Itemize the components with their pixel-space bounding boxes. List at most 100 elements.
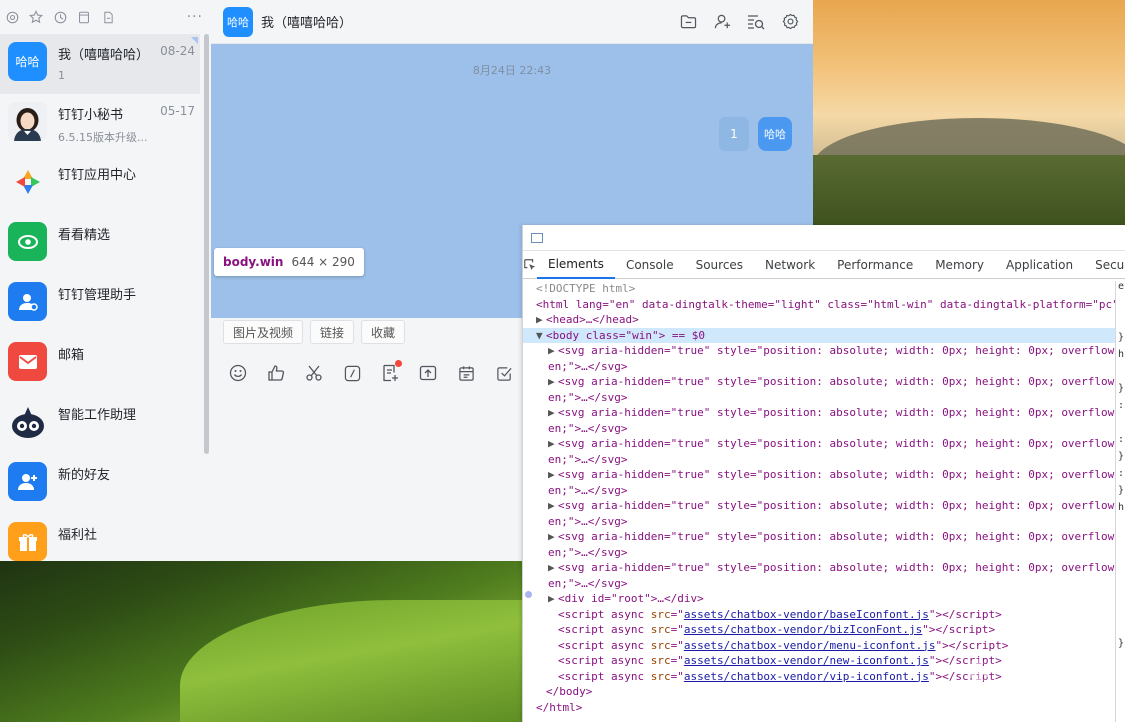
styles-pane-fragment xyxy=(1116,315,1125,332)
element-picker-icon[interactable] xyxy=(523,251,537,279)
conversation-item-new-friends[interactable]: 新的好友 xyxy=(0,454,211,514)
dom-node-html[interactable]: <html lang="en" data-dingtalk-theme="lig… xyxy=(523,297,1115,313)
styles-pane-fragment: : xyxy=(1118,400,1125,411)
expand-arrow-icon[interactable]: ▶ xyxy=(548,343,558,359)
dom-node-svg[interactable]: ▶ <svg aria-hidden="true" style="position… xyxy=(523,467,1115,483)
dom-node-root[interactable]: ▶ <div id="root">…</div> xyxy=(523,591,1115,607)
message-bubble[interactable]: 1 xyxy=(719,117,749,151)
dom-node-svg-wrap: en;">…</svg> xyxy=(548,421,628,435)
styles-pane-fragment xyxy=(1116,366,1125,383)
script-src-link[interactable]: assets/chatbox-vendor/menu-iconfont.js xyxy=(684,639,936,652)
dom-node-body[interactable]: ▼ <body class="win"> == $0 xyxy=(523,327,1115,344)
pinned-flag-icon xyxy=(191,37,198,44)
admin-user-icon xyxy=(8,282,47,321)
tab-performance[interactable]: Performance xyxy=(826,251,924,279)
conversation-item-mail[interactable]: 邮箱 xyxy=(0,334,211,394)
sender-avatar[interactable]: 哈哈 xyxy=(758,117,792,151)
expand-arrow-icon[interactable]: ▶ xyxy=(548,560,558,576)
script-src-link[interactable]: assets/chatbox-vendor/baseIconfont.js xyxy=(684,608,929,621)
expand-arrow-icon[interactable]: ▶ xyxy=(548,467,558,483)
expand-arrow-icon[interactable]: ▶ xyxy=(548,436,558,452)
script-src-link[interactable]: assets/chatbox-vendor/bizIconFont.js xyxy=(684,623,922,636)
chat-header: 哈哈 我（嘻嘻哈哈） xyxy=(211,0,813,44)
more-options-button[interactable]: ··· xyxy=(187,9,203,25)
conversation-time: 08-24 xyxy=(160,44,195,58)
dom-node-svg[interactable]: ▶ <svg aria-hidden="true" style="position… xyxy=(523,436,1115,452)
tab-sources[interactable]: Sources xyxy=(685,251,754,279)
thumbs-up-icon[interactable] xyxy=(266,363,286,383)
upload-icon[interactable] xyxy=(418,363,438,383)
dock-side-icon[interactable] xyxy=(531,232,543,243)
conversation-item-welfare[interactable]: 福利社 xyxy=(0,514,211,574)
tab-application[interactable]: Application xyxy=(995,251,1084,279)
conversation-item-self[interactable]: 哈哈 我（嘻嘻哈哈） 1 08-24 xyxy=(0,34,200,94)
clock-icon[interactable] xyxy=(51,8,69,26)
dom-node-script[interactable]: <script async src="assets/chatbox-vendor… xyxy=(523,607,1115,623)
dom-node-svg[interactable]: ▶ <svg aria-hidden="true" style="position… xyxy=(523,405,1115,421)
styles-pane-fragment xyxy=(1116,604,1125,621)
robot-icon xyxy=(8,402,47,441)
folder-icon[interactable] xyxy=(679,13,697,31)
emoji-icon[interactable] xyxy=(228,363,248,383)
eye-icon xyxy=(8,222,47,261)
dom-node-script[interactable]: <script async src="assets/chatbox-vendor… xyxy=(523,622,1115,638)
expand-arrow-icon[interactable]: ▶ xyxy=(548,529,558,545)
expand-arrow-icon[interactable]: ▶ xyxy=(536,312,546,328)
dom-node-svg-wrap: en;">…</svg> xyxy=(548,483,628,497)
styles-pane-fragment xyxy=(1116,417,1125,434)
dom-node-svg-wrap: en;">…</svg> xyxy=(548,545,628,559)
add-member-icon[interactable] xyxy=(713,13,731,31)
styles-pane-fragment xyxy=(1116,536,1125,553)
tag-links[interactable]: 链接 xyxy=(310,320,355,344)
styles-pane-edge[interactable]: e} h}::}:} h} xyxy=(1115,281,1125,722)
watermark-text: 看雪 xyxy=(999,648,1084,694)
avatar xyxy=(8,102,47,141)
new-note-icon[interactable] xyxy=(380,360,402,383)
conversation-item-admin-assistant[interactable]: 钉钉管理助手 xyxy=(0,274,211,334)
document-icon[interactable] xyxy=(99,8,117,26)
checkbox-icon[interactable] xyxy=(494,363,514,383)
search-history-icon[interactable] xyxy=(747,13,765,31)
scissors-icon[interactable] xyxy=(304,363,324,383)
tab-security[interactable]: Security xyxy=(1084,251,1125,279)
dom-node-html-close[interactable]: </html> xyxy=(523,700,1115,716)
dom-node-doctype[interactable]: <!DOCTYPE html> xyxy=(523,281,1115,297)
dom-node-svg[interactable]: ▶ <svg aria-hidden="true" style="position… xyxy=(523,343,1115,359)
tab-elements[interactable]: Elements xyxy=(537,251,615,279)
script-src-link[interactable]: assets/chatbox-vendor/vip-iconfont.js xyxy=(684,670,929,683)
conversation-item-ai-assistant[interactable]: 智能工作助理 xyxy=(0,394,211,454)
sidebar-scrollbar[interactable] xyxy=(204,34,209,454)
slash-command-icon[interactable] xyxy=(342,363,362,383)
tab-network[interactable]: Network xyxy=(754,251,826,279)
dom-node-svg[interactable]: ▶ <svg aria-hidden="true" style="position… xyxy=(523,529,1115,545)
at-icon[interactable] xyxy=(3,8,21,26)
expand-arrow-icon[interactable]: ▶ xyxy=(548,498,558,514)
conversation-item-app-center[interactable]: 钉钉应用中心 xyxy=(0,154,211,214)
dom-node-head[interactable]: ▶ <head>…</head> xyxy=(523,312,1115,328)
tab-memory[interactable]: Memory xyxy=(924,251,995,279)
star-icon[interactable] xyxy=(27,8,45,26)
conversation-sidebar: ··· 哈哈 我（嘻嘻哈哈） 1 08-24 钉钉小秘书 6.5.15版本升级.… xyxy=(0,0,211,561)
styles-pane-fragment: : xyxy=(1118,468,1125,479)
collapse-arrow-icon[interactable]: ▼ xyxy=(536,328,546,344)
snowflake-icon: ❄ xyxy=(965,653,996,693)
dom-node-svg[interactable]: ▶ <svg aria-hidden="true" style="position… xyxy=(523,498,1115,514)
expand-arrow-icon[interactable]: ▶ xyxy=(548,405,558,421)
expand-arrow-icon[interactable]: ▶ xyxy=(548,591,558,607)
conversation-item-picks[interactable]: 看看精选 xyxy=(0,214,211,274)
calendar-icon[interactable] xyxy=(456,363,476,383)
dom-svg-list: ▶ <svg aria-hidden="true" style="position… xyxy=(523,343,1115,591)
bookmark-icon[interactable] xyxy=(75,8,93,26)
tab-console[interactable]: Console xyxy=(615,251,685,279)
dom-node-svg[interactable]: ▶ <svg aria-hidden="true" style="position… xyxy=(523,560,1115,576)
tag-media[interactable]: 图片及视频 xyxy=(223,320,304,344)
conversation-item-secretary[interactable]: 钉钉小秘书 6.5.15版本升级... 05-17 xyxy=(0,94,211,154)
expand-arrow-icon[interactable]: ▶ xyxy=(548,374,558,390)
chat-avatar[interactable]: 哈哈 xyxy=(223,6,253,37)
settings-icon[interactable] xyxy=(781,13,799,31)
conversation-name: 看看精选 xyxy=(58,228,111,243)
styles-pane-fragment: } xyxy=(1118,451,1125,462)
dom-node-svg[interactable]: ▶ <svg aria-hidden="true" style="position… xyxy=(523,374,1115,390)
script-src-link[interactable]: assets/chatbox-vendor/new-iconfont.js xyxy=(684,654,929,667)
tag-favorites[interactable]: 收藏 xyxy=(361,320,406,344)
